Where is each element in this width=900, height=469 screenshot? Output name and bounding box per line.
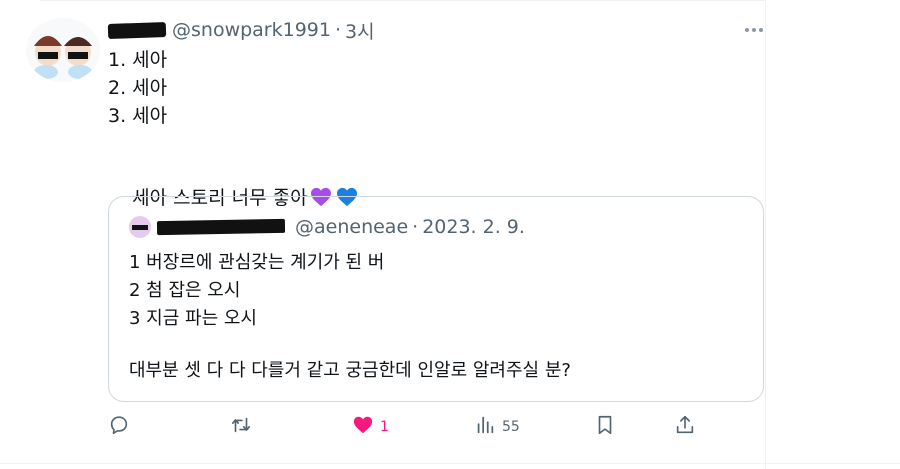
reply-icon bbox=[108, 414, 130, 440]
tweet-time[interactable]: 3시 bbox=[345, 17, 375, 44]
tweet-line: 2. 세아 bbox=[108, 77, 168, 99]
retweet-button[interactable] bbox=[230, 410, 252, 444]
like-button[interactable]: 1 bbox=[352, 410, 389, 444]
quoted-closing-line: 대부분 셋 다 다 다를거 같고 궁금한데 인알로 알려주실 분? bbox=[129, 360, 571, 381]
share-icon bbox=[674, 414, 696, 440]
redacted-display-name bbox=[107, 21, 167, 39]
share-button[interactable] bbox=[674, 410, 696, 444]
quoted-header-separator: · bbox=[412, 216, 419, 238]
tweet-header: @snowpark1991 · 3시 bbox=[107, 16, 375, 44]
redacted-quoted-name bbox=[156, 218, 286, 236]
quoted-avatar bbox=[129, 216, 151, 238]
tweet-line: 3. 세아 bbox=[108, 105, 168, 127]
quoted-line: 3 지금 파는 오시 bbox=[129, 308, 257, 329]
like-count: 1 bbox=[380, 419, 389, 435]
quoted-line: 2 첨 잡은 오시 bbox=[129, 280, 241, 301]
quoted-user-handle: @aeneneae bbox=[295, 216, 409, 238]
reply-button[interactable] bbox=[108, 410, 130, 444]
top-divider bbox=[40, 0, 765, 1]
quoted-tweet[interactable]: @aeneneae · 2023. 2. 9. 1 버장르에 관심갖는 계기가 … bbox=[108, 196, 764, 402]
avatar-illustration bbox=[34, 36, 92, 79]
tweet-body: 1. 세아 2. 세아 3. 세아 세아 스토리 너무 좋아 bbox=[108, 46, 358, 209]
views-count: 55 bbox=[502, 419, 520, 435]
views-icon bbox=[474, 414, 496, 440]
views-button[interactable]: 55 bbox=[474, 410, 520, 444]
bookmark-button[interactable] bbox=[594, 410, 616, 444]
user-handle[interactable]: @snowpark1991 bbox=[172, 19, 331, 41]
avatar[interactable] bbox=[26, 18, 100, 82]
quoted-tweet-date: 2023. 2. 9. bbox=[422, 216, 525, 238]
quoted-line: 1 버장르에 관심갖는 계기가 된 버 bbox=[129, 252, 385, 273]
bookmark-icon bbox=[594, 414, 616, 440]
retweet-icon bbox=[230, 414, 252, 440]
tweet-line: 1. 세아 bbox=[108, 49, 168, 71]
right-divider bbox=[765, 0, 766, 469]
more-dots-icon[interactable] bbox=[740, 18, 768, 42]
tweet-actions: 1 55 bbox=[108, 410, 708, 444]
bottom-divider bbox=[0, 463, 900, 464]
header-separator: · bbox=[334, 19, 342, 41]
heart-icon bbox=[352, 414, 374, 440]
tweet-closing-line: 세아 스토리 너무 좋아 bbox=[108, 156, 358, 209]
quoted-tweet-body: 1 버장르에 관심갖는 계기가 된 버 2 첨 잡은 오시 3 지금 파는 오시… bbox=[129, 249, 571, 385]
quoted-tweet-header: @aeneneae · 2023. 2. 9. bbox=[129, 213, 525, 241]
